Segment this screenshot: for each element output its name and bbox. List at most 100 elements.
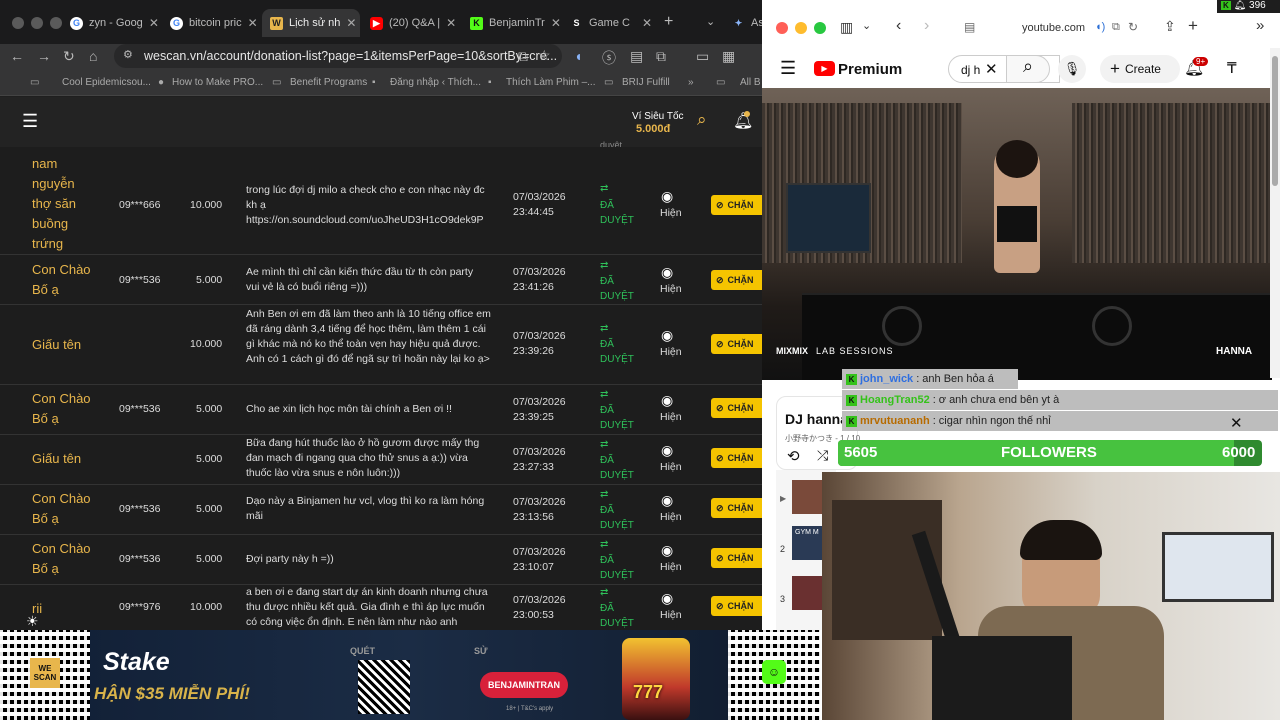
eye-icon[interactable]: ◉ <box>661 265 673 280</box>
ad-banner[interactable]: WE SCAN Stake HẬN $35 MIỄN PHÍ! QUÉT SỬ … <box>0 630 820 720</box>
block-button[interactable]: ⊘ CHẶN <box>711 195 762 215</box>
followers-goal-bar: 5605 FOLLOWERS 6000 <box>838 440 1262 466</box>
bookmark-item[interactable]: Đăng nhập ‹ Thích... <box>390 77 481 88</box>
menu-hamburger-icon[interactable]: ☰ <box>22 111 38 132</box>
translate-icon[interactable]: ⧉ <box>1112 21 1120 34</box>
more-bookmarks-icon[interactable]: » <box>688 77 694 88</box>
close-window-button[interactable] <box>12 17 24 29</box>
theme-toggle-icon[interactable]: ☀ <box>26 613 39 630</box>
forward-icon[interactable]: › <box>924 17 929 35</box>
block-button[interactable]: ⊘ CHẶN <box>711 448 762 468</box>
folder-icon: ▭ <box>716 77 726 88</box>
eye-icon[interactable]: ◉ <box>661 543 673 558</box>
block-button[interactable]: ⊘ CHẶN <box>711 334 762 354</box>
forward-icon[interactable]: → <box>37 48 51 64</box>
new-tab-button[interactable]: + <box>664 13 673 31</box>
eye-icon[interactable]: ◉ <box>661 443 673 458</box>
eye-icon[interactable]: ◉ <box>661 328 673 343</box>
extension-ph-icon[interactable]: ▤ <box>630 48 643 65</box>
scrollbar-track[interactable] <box>1270 48 1280 378</box>
reload-icon[interactable]: ↻ <box>1128 20 1138 34</box>
shuffle-icon[interactable]: ⤮ <box>817 447 828 464</box>
clear-search-icon[interactable]: ✕ <box>985 60 998 78</box>
bookmark-item[interactable]: Thích Làm Phim –... <box>506 77 595 88</box>
extension-s-icon[interactable]: ⓢ <box>602 48 616 68</box>
bookmark-item[interactable]: Benefit Programs <box>290 77 367 88</box>
zoom-window-button[interactable] <box>814 22 826 34</box>
tab-3[interactable]: ▶ (20) Q&A | ✕ <box>362 9 460 37</box>
chevron-down-icon[interactable]: ⌄ <box>706 15 715 28</box>
donation-date: 07/03/2026 23:00:53 <box>513 594 566 621</box>
back-icon[interactable]: ← <box>10 48 24 64</box>
home-icon[interactable]: ⌂ <box>89 48 97 64</box>
block-button[interactable]: ⊘ CHẶN <box>711 398 762 418</box>
tab-2-active[interactable]: W Lịch sử nh ✕ <box>262 9 360 37</box>
folder-icon: ▭ <box>604 77 614 88</box>
sidebar-icon[interactable]: ▥ <box>840 19 853 36</box>
url-domain[interactable]: youtube.com <box>1022 22 1085 34</box>
close-tab-icon[interactable]: ✕ <box>149 16 159 30</box>
scrollbar-thumb[interactable] <box>1272 56 1278 186</box>
back-icon[interactable]: ‹ <box>896 17 901 35</box>
translate-icon[interactable]: ⧉ <box>518 48 528 65</box>
extensions-puzzle-icon[interactable]: ⧉ <box>656 48 666 65</box>
reload-icon[interactable]: ↻ <box>63 48 75 65</box>
address-bar[interactable]: ⚙ wescan.vn/account/donation-list?page=1… <box>114 44 562 68</box>
bookmark-item[interactable]: BRIJ Fulfill <box>622 77 670 88</box>
search-button[interactable]: ⌕ <box>1006 55 1050 83</box>
tab-5[interactable]: S Game C ✕ <box>562 9 660 37</box>
promo-text: HẬN $35 MIỄN PHÍ! <box>94 684 250 703</box>
site-settings-icon[interactable]: ⚙ <box>123 48 133 61</box>
bookmark-item[interactable]: How to Make PRO... <box>172 77 263 88</box>
microphone-icon[interactable]: 🎙︎ <box>1058 55 1086 83</box>
chat-username: HoangTran52 <box>860 394 930 406</box>
zoom-window-button[interactable] <box>50 17 62 29</box>
block-button[interactable]: ⊘ CHẶN <box>711 498 762 518</box>
tab-1[interactable]: G bitcoin pric ✕ <box>162 9 260 37</box>
dj-hair <box>996 140 1038 178</box>
eye-icon[interactable]: ◉ <box>661 393 673 408</box>
block-button[interactable]: ⊘ CHẶN <box>711 548 762 568</box>
screenshot-icon[interactable]: ▦ <box>722 48 735 65</box>
block-button[interactable]: ⊘ CHẶN <box>711 270 762 290</box>
bookmark-item[interactable]: All B <box>740 77 761 88</box>
search-text: dj h <box>961 63 981 77</box>
dj-top <box>997 206 1037 242</box>
loop-icon[interactable]: ⟲ <box>787 447 800 465</box>
close-tab-icon[interactable]: ✕ <box>248 16 258 30</box>
donation-amount: 5.000 <box>196 403 223 415</box>
new-tab-button[interactable]: + <box>1188 16 1198 36</box>
eye-icon[interactable]: ◉ <box>661 493 673 508</box>
close-tab-icon[interactable]: ✕ <box>642 16 652 30</box>
tab-overview-icon[interactable]: » <box>1256 17 1264 34</box>
share-icon[interactable]: ⇪ <box>1164 18 1176 35</box>
menu-hamburger-icon[interactable]: ☰ <box>780 58 796 79</box>
eye-icon[interactable]: ◉ <box>661 591 673 606</box>
audio-icon[interactable]: ◖ <box>574 48 582 64</box>
close-tab-icon[interactable]: ✕ <box>446 16 456 30</box>
premium-account-icon[interactable]: ₸ <box>1227 59 1237 77</box>
playlist-index: 3 <box>780 594 786 604</box>
chevron-down-icon[interactable]: ⌄ <box>862 19 871 32</box>
close-icon[interactable]: ✕ <box>1230 414 1243 432</box>
tab-4[interactable]: K BenjaminTr ✕ <box>462 9 560 37</box>
eye-icon[interactable]: ◉ <box>661 189 673 204</box>
donation-date: 07/03/2026 23:10:07 <box>513 546 566 573</box>
bookmark-item[interactable]: Cool Epidemicsou... <box>62 77 151 88</box>
sidepanel-icon[interactable]: ▭ <box>696 48 709 65</box>
tab-0[interactable]: G zyn - Goog ✕ <box>62 9 160 37</box>
close-tab-icon[interactable]: ✕ <box>346 16 356 30</box>
minimize-window-button[interactable] <box>31 17 43 29</box>
bookmark-star-icon[interactable]: ☆ <box>538 47 551 64</box>
video-player[interactable]: MIXMIX LAB SESSIONS HANNA <box>762 88 1272 380</box>
create-button[interactable]: + Create <box>1100 55 1180 83</box>
audio-icon[interactable]: ◖) <box>1095 21 1105 33</box>
search-icon[interactable]: ⌕ <box>697 110 707 130</box>
youtube-premium-logo[interactable]: Premium <box>838 61 902 78</box>
youtube-logo-icon[interactable]: ▶ <box>814 61 835 76</box>
close-window-button[interactable] <box>776 22 788 34</box>
block-button[interactable]: ⊘ CHẶN <box>711 596 762 616</box>
close-tab-icon[interactable]: ✕ <box>551 16 560 30</box>
chat-username: mrvutuananh <box>860 415 930 427</box>
minimize-window-button[interactable] <box>795 22 807 34</box>
